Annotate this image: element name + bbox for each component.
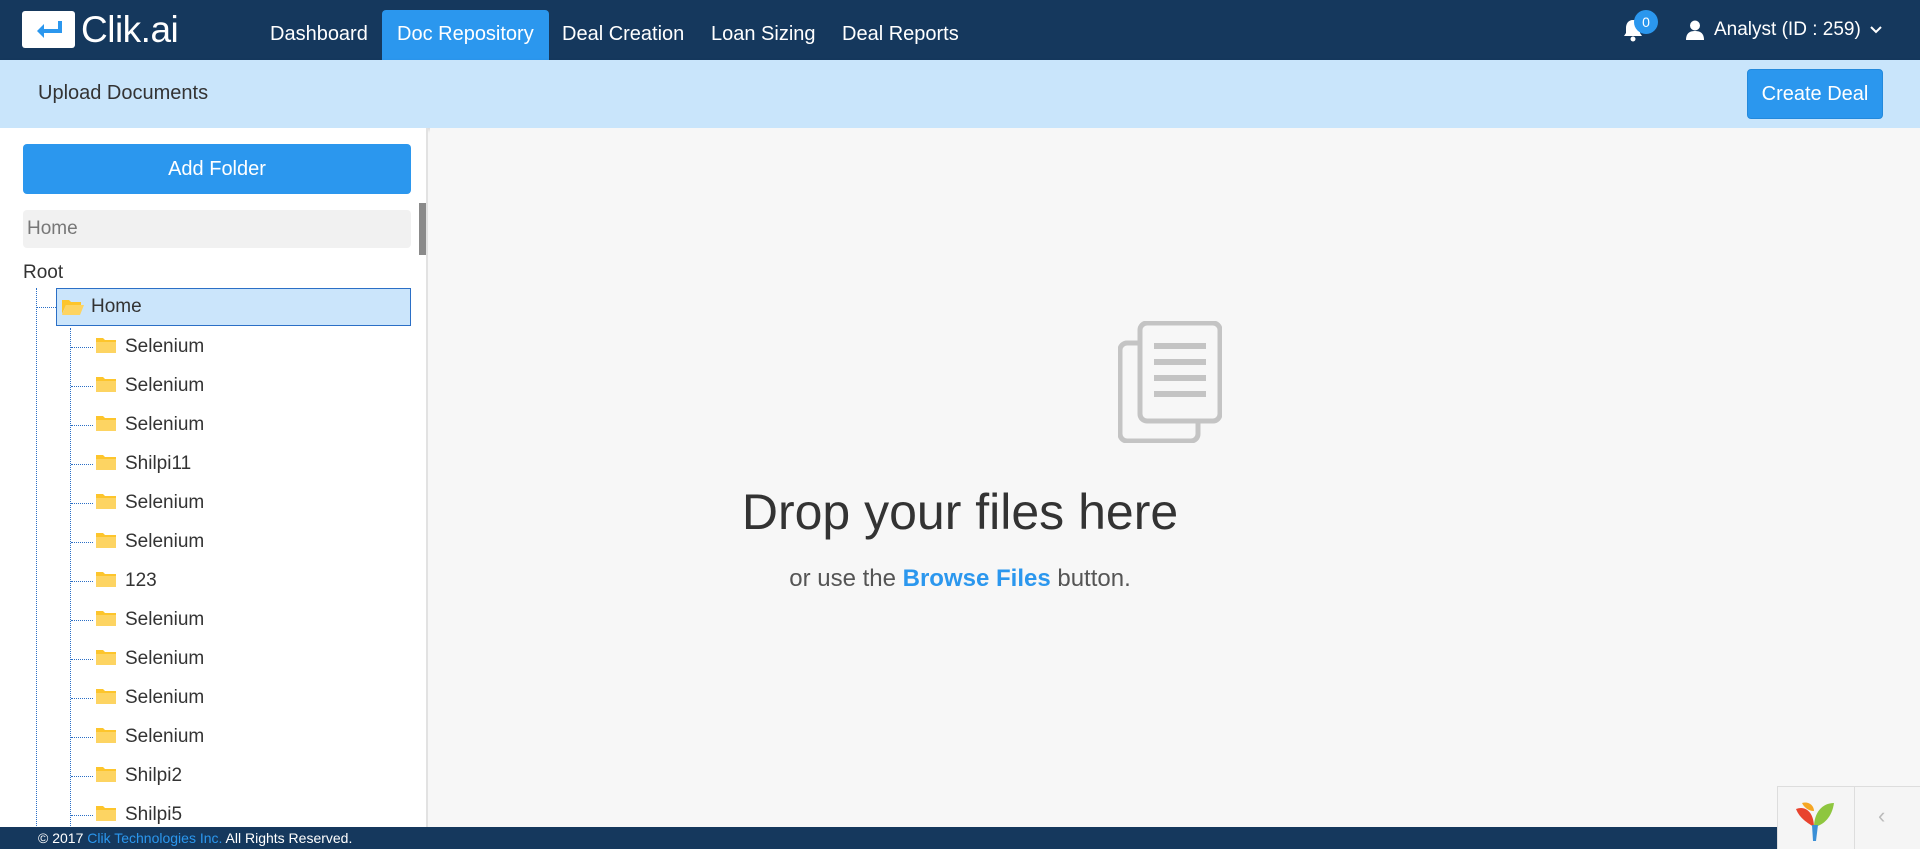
tree-node-folder[interactable]: Selenium — [0, 601, 420, 640]
tree-connector — [71, 386, 93, 387]
tree-node-label: Shilpi5 — [125, 804, 183, 825]
tree-node-label: Selenium — [125, 375, 205, 396]
drop-subtitle: or use the Browse Files button. — [0, 565, 1920, 593]
create-deal-button[interactable]: Create Deal — [1747, 69, 1883, 119]
tree-connector — [37, 307, 56, 308]
chevron-down-icon — [1870, 26, 1882, 34]
sidebar-scrollbar[interactable] — [419, 203, 426, 255]
tree-connector — [71, 425, 93, 426]
folder-icon — [96, 338, 116, 353]
tree-node-folder[interactable]: Selenium — [0, 328, 420, 367]
tree-node-label: Selenium — [125, 609, 205, 630]
tree-connector — [71, 776, 93, 777]
tree-node-label: Selenium — [125, 336, 205, 357]
tree-root-label[interactable]: Root — [23, 262, 63, 284]
drop-title: Drop your files here — [741, 484, 1179, 540]
footer-copyright: © 2017 — [38, 830, 84, 846]
notification-badge: 0 — [1634, 10, 1658, 34]
tree-connector — [71, 698, 93, 699]
chevron-left-icon[interactable]: ‹ — [1878, 803, 1885, 829]
tree-connector — [71, 815, 93, 816]
tree-node-folder[interactable]: Shilpi5 — [0, 796, 420, 827]
tree-node-folder[interactable]: Selenium — [0, 640, 420, 679]
drop-sub-suffix: button. — [1057, 565, 1131, 592]
drop-sub-prefix: or use the — [789, 565, 896, 592]
tree-node-folder[interactable]: Shilpi2 — [0, 757, 420, 796]
tree-node-folder[interactable]: Shilpi11 — [0, 445, 420, 484]
debug-toolbar[interactable]: ‹ — [1777, 786, 1920, 849]
tree-node-label: Selenium — [125, 414, 205, 435]
user-icon — [1686, 20, 1704, 40]
folder-icon — [96, 416, 116, 431]
tree-node-label: Shilpi11 — [125, 453, 192, 474]
tree-node-folder[interactable]: Selenium — [0, 679, 420, 718]
tree-node-label: Shilpi2 — [125, 765, 183, 786]
footer: © 2017 Clik Technologies Inc. All Rights… — [0, 827, 1920, 849]
user-name: Analyst (ID : 259) — [1714, 19, 1861, 40]
tree-node-folder[interactable]: Selenium — [0, 406, 420, 445]
add-folder-button[interactable]: Add Folder — [23, 144, 411, 194]
folder-icon — [96, 728, 116, 743]
tree-connector — [71, 620, 93, 621]
footer-rights: All Rights Reserved. — [225, 830, 353, 846]
folder-icon — [96, 650, 116, 665]
nav-dashboard[interactable]: Dashboard — [255, 10, 383, 60]
tree-node-label: Home — [91, 296, 142, 317]
tree-connector — [71, 347, 93, 348]
folder-icon — [96, 611, 116, 626]
logo-enter-icon — [22, 11, 75, 48]
page-title: Upload Documents — [38, 82, 209, 104]
footer-company-link[interactable]: Clik Technologies Inc. — [87, 830, 222, 846]
toolbar-divider — [1854, 787, 1855, 849]
tree-node-label: Selenium — [125, 726, 205, 747]
folder-sidebar: Add Folder Root Home Selenium Selenium Sel… — [0, 128, 428, 827]
folder-icon — [96, 767, 116, 782]
current-folder-input[interactable] — [23, 210, 411, 248]
nav-doc-repository[interactable]: Doc Repository — [382, 10, 549, 60]
tree-node-label: Selenium — [125, 687, 205, 708]
tree-node-home[interactable]: Home — [56, 288, 411, 326]
tree-node-folder[interactable]: Selenium — [0, 367, 420, 406]
tree-node-folder[interactable]: Selenium — [0, 718, 420, 757]
nav-loan-sizing[interactable]: Loan Sizing — [696, 10, 831, 60]
tree-connector — [71, 464, 93, 465]
yii-logo-icon — [1796, 802, 1834, 841]
browse-files-link[interactable]: Browse Files — [903, 565, 1051, 592]
folder-icon — [96, 455, 116, 470]
folder-icon — [96, 689, 116, 704]
folder-icon — [96, 377, 116, 392]
user-menu[interactable]: Analyst (ID : 259) — [1686, 16, 1883, 44]
tree-node-label: Selenium — [125, 648, 205, 669]
app-logo[interactable]: Clik.ai — [22, 9, 179, 50]
tree-connector — [71, 542, 93, 543]
nav-deal-reports[interactable]: Deal Reports — [827, 10, 974, 60]
folder-icon — [96, 806, 116, 821]
top-navbar: Clik.ai Dashboard Doc Repository Deal Cr… — [0, 0, 1920, 60]
documents-icon — [1118, 321, 1222, 443]
folder-open-icon — [62, 300, 84, 315]
file-drop-zone[interactable] — [430, 128, 1920, 827]
logo-text: Clik.ai — [81, 9, 179, 50]
subheader-bar: Upload Documents Create Deal — [0, 60, 1920, 128]
nav-deal-creation[interactable]: Deal Creation — [547, 10, 699, 60]
tree-connector — [71, 659, 93, 660]
tree-connector — [71, 737, 93, 738]
